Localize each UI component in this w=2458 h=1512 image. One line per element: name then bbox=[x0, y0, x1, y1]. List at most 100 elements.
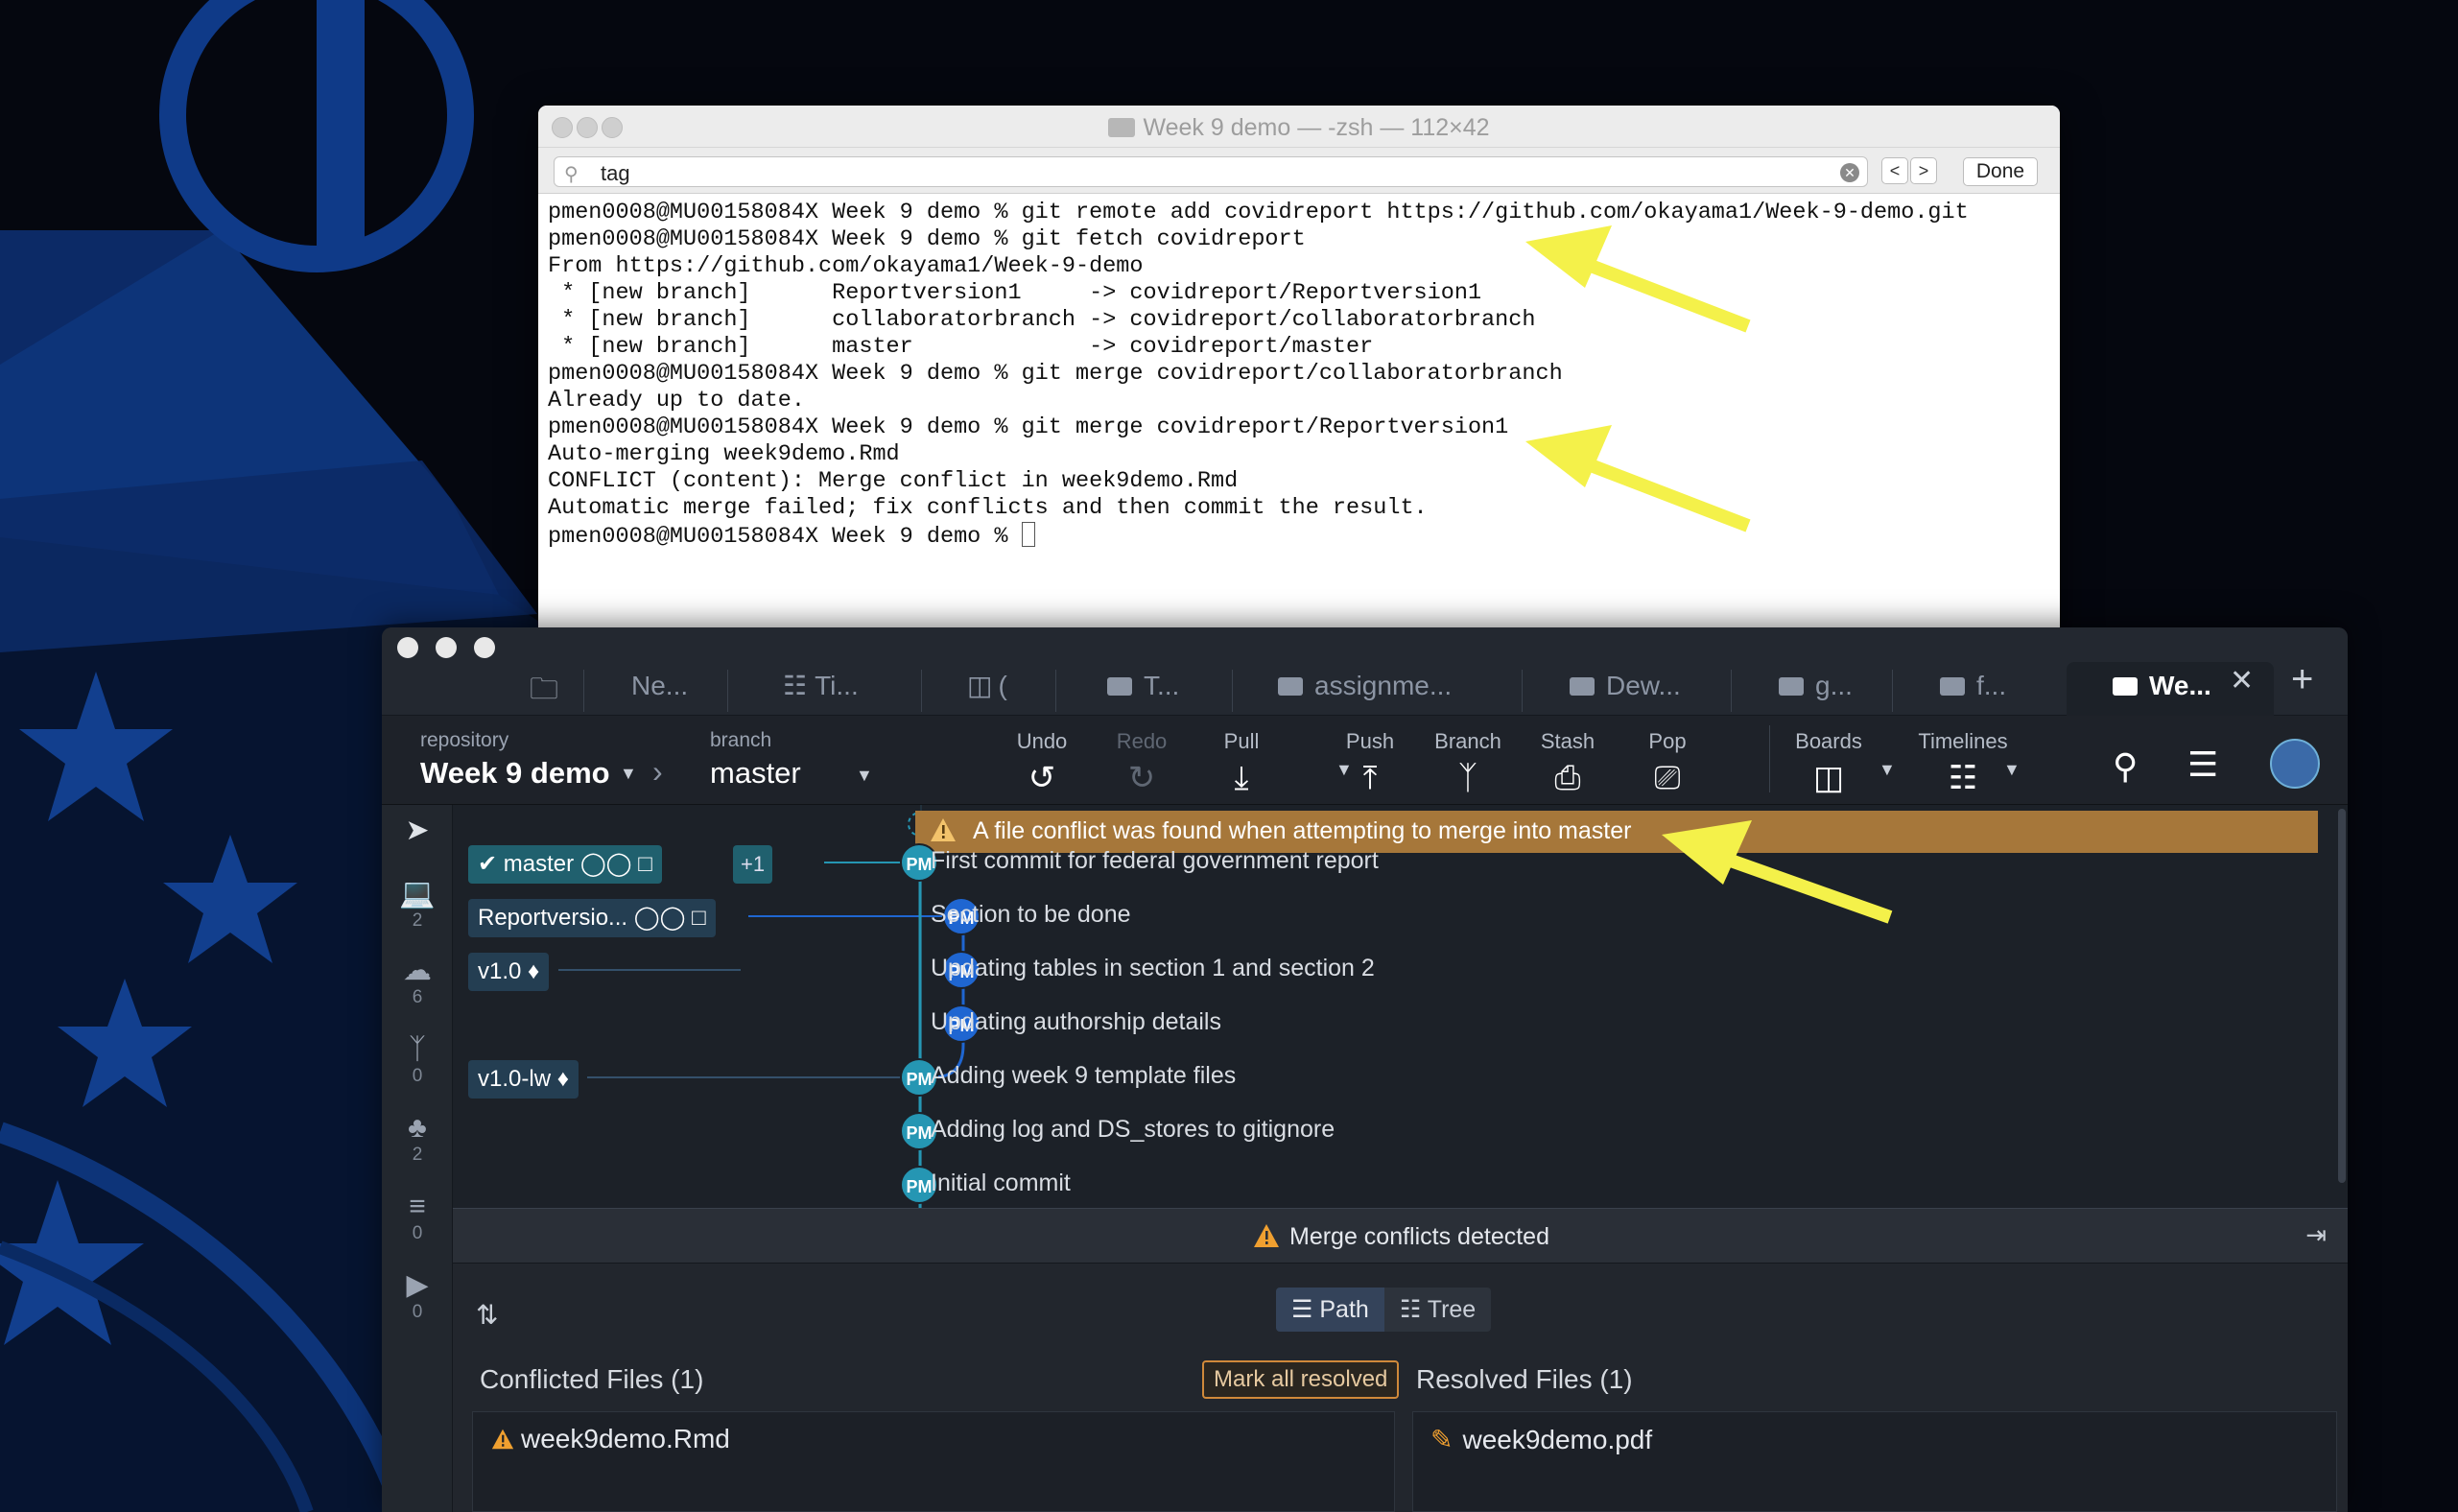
commit-row[interactable]: PM Initial commit bbox=[453, 1160, 2335, 1208]
tab-5[interactable]: assignme... bbox=[1278, 662, 1452, 716]
zoom-window-button[interactable] bbox=[474, 637, 495, 658]
resolved-file-item[interactable]: ✎ week9demo.pdf bbox=[1430, 1424, 1652, 1455]
branch-button[interactable]: Branch ᛉ bbox=[1420, 716, 1516, 796]
avatar[interactable] bbox=[2270, 739, 2320, 789]
tree-view-button[interactable]: ☷ Tree bbox=[1383, 1288, 1492, 1332]
close-tab-icon[interactable]: ✕ bbox=[2230, 664, 2254, 697]
more-refs-badge[interactable]: +1 bbox=[733, 845, 773, 884]
commit-row[interactable]: PM Updating authorship details bbox=[453, 999, 2335, 1052]
gitkraken-window: 🗀 Ne... ☷ Ti... ◫( T... assignme... Dew..… bbox=[382, 627, 2348, 1512]
commit-message: Section to be done bbox=[931, 901, 1131, 928]
branch-ref-master[interactable]: ✔ master ◯◯ □ bbox=[468, 845, 662, 884]
find-input-value[interactable]: tag bbox=[601, 161, 630, 186]
view-toggle: ☰ Path ☷ Tree bbox=[1276, 1288, 1492, 1332]
graph-scrollbar[interactable] bbox=[2335, 805, 2348, 1208]
terminal-line: Automatic merge failed; fix conflicts an… bbox=[548, 495, 1428, 521]
redo-button[interactable]: Redo ↻ bbox=[1094, 716, 1190, 796]
tag-ref[interactable]: v1.0-lw ♦ bbox=[468, 1060, 579, 1099]
clear-search-icon[interactable]: ✕ bbox=[1840, 163, 1859, 182]
undo-button[interactable]: Undo ↺ bbox=[994, 716, 1090, 796]
tab-2[interactable]: ☷ Ti... bbox=[783, 662, 859, 716]
branch-name[interactable]: master bbox=[710, 756, 801, 791]
boards-icon: ◫ bbox=[1812, 760, 1845, 796]
conflicted-file-item[interactable]: week9demo.Rmd bbox=[490, 1424, 730, 1454]
stash-icon: ⎙ bbox=[1554, 760, 1581, 796]
repository-label: repository bbox=[420, 729, 509, 751]
boards-button[interactable]: Boards ◫ bbox=[1781, 716, 1877, 796]
pull-button[interactable]: Pull ⤓ bbox=[1194, 716, 1289, 796]
tag-ref[interactable]: v1.0 ♦ bbox=[468, 953, 550, 991]
github-icon: ◯ bbox=[605, 851, 632, 877]
terminal-line: Auto-merging week9demo.Rmd bbox=[548, 441, 900, 467]
find-done-button[interactable]: Done bbox=[1963, 157, 2038, 186]
board-icon: ◫ bbox=[967, 671, 993, 700]
minimize-window-button[interactable] bbox=[436, 637, 457, 658]
tab-8[interactable]: f... bbox=[1940, 662, 2006, 716]
github-icon: ◯ bbox=[659, 905, 686, 931]
commit-message: Adding week 9 template files bbox=[931, 1062, 1237, 1089]
terminal-line: Already up to date. bbox=[548, 388, 805, 413]
tab-4[interactable]: T... bbox=[1107, 662, 1179, 716]
commit-graph: A file conflict was found when attemptin… bbox=[453, 805, 2335, 1208]
stash-layers-icon: ≡ bbox=[409, 1191, 426, 1222]
find-input[interactable]: ⚲ tag ✕ bbox=[554, 156, 1868, 187]
timelines-chevron-icon[interactable]: ▼ bbox=[2003, 760, 2021, 780]
sidebar-item-tags[interactable]: ♣ 2 bbox=[382, 1112, 453, 1166]
conflicted-files-title: Conflicted Files (1) bbox=[480, 1364, 704, 1394]
commit-row[interactable]: Reportversio... ◯◯ □ PM Section to be do… bbox=[453, 891, 2335, 945]
find-next-button[interactable]: > bbox=[1910, 157, 1937, 184]
undo-icon: ↺ bbox=[1028, 760, 1056, 796]
commit-row[interactable]: v1.0-lw ♦ PM Adding week 9 template file… bbox=[453, 1052, 2335, 1106]
commit-row[interactable]: PM Adding log and DS_stores to gitignore bbox=[453, 1106, 2335, 1160]
search-icon[interactable]: ⚲ bbox=[2113, 746, 2138, 787]
terminal-line: From https://github.com/okayama1/Week-9-… bbox=[548, 253, 1144, 279]
pull-request-icon: ᛉ bbox=[409, 1033, 426, 1065]
branch-ref-reportversion[interactable]: Reportversio... ◯◯ □ bbox=[468, 899, 716, 937]
chevron-down-icon[interactable]: ▼ bbox=[856, 766, 873, 786]
sidebar-item-remote[interactable]: ☁ 6 bbox=[382, 955, 453, 1008]
laptop-icon: 💻 bbox=[399, 878, 436, 910]
tab-3[interactable]: ◫( bbox=[967, 662, 1007, 716]
find-previous-button[interactable]: < bbox=[1881, 157, 1908, 184]
new-tab-button[interactable]: + bbox=[2291, 658, 2313, 701]
tab-7[interactable]: g... bbox=[1779, 662, 1853, 716]
terminal-titlebar: Week 9 demo — -zsh — 112×42 bbox=[538, 106, 2060, 148]
chevron-right-icon: › bbox=[652, 754, 663, 789]
merge-conflict-panel: Merge conflicts detected ⇥ ⇅ ☰ Path ☷ Tr… bbox=[453, 1208, 2348, 1512]
repository-name[interactable]: Week 9 demo bbox=[420, 756, 610, 791]
folder-icon bbox=[1278, 677, 1303, 696]
collapse-panel-icon[interactable]: ⇥ bbox=[2305, 1220, 2327, 1250]
terminal-line: CONFLICT (content): Merge conflict in we… bbox=[548, 468, 1239, 494]
commit-row[interactable]: v1.0 ♦ PM Updating tables in section 1 a… bbox=[453, 945, 2335, 999]
tab-1[interactable]: Ne... bbox=[631, 662, 688, 716]
pop-button[interactable]: Pop ⎚ bbox=[1619, 716, 1715, 796]
sidebar-toggle[interactable]: ➤ bbox=[382, 815, 453, 847]
push-button[interactable]: Push ⤒ bbox=[1322, 716, 1418, 796]
sort-icon[interactable]: ⇅ bbox=[476, 1299, 498, 1331]
find-bar: ⚲ tag ✕ < > Done bbox=[538, 148, 2060, 194]
tab-6[interactable]: Dew... bbox=[1570, 662, 1681, 716]
open-folder-icon[interactable]: 🗀 bbox=[530, 668, 558, 717]
mark-all-resolved-button[interactable]: Mark all resolved bbox=[1202, 1360, 1400, 1399]
folder-icon bbox=[2113, 677, 2138, 696]
branch-label: branch bbox=[710, 729, 772, 751]
sidebar-item-actions[interactable]: ▶ 0 bbox=[382, 1269, 453, 1323]
folder-icon bbox=[1940, 677, 1965, 696]
sidebar-item-local[interactable]: 💻 2 bbox=[382, 878, 453, 932]
menu-icon[interactable]: ☰ bbox=[2187, 744, 2218, 785]
terminal-output[interactable]: pmen0008@MU00158084X Week 9 demo % git r… bbox=[538, 194, 2060, 555]
sidebar-item-stashes[interactable]: ≡ 0 bbox=[382, 1191, 453, 1244]
tag-icon: ♦ bbox=[556, 1066, 569, 1092]
stash-button[interactable]: Stash ⎙ bbox=[1520, 716, 1616, 796]
timelines-button[interactable]: Timelines ☷ bbox=[1905, 716, 2021, 796]
chevron-down-icon[interactable]: ▼ bbox=[620, 764, 637, 784]
terminal-line: pmen0008@MU00158084X Week 9 demo % git r… bbox=[548, 200, 1969, 225]
path-view-button[interactable]: ☰ Path bbox=[1276, 1288, 1384, 1332]
merge-conflict-title: Merge conflicts detected bbox=[1289, 1223, 1549, 1250]
boards-chevron-icon[interactable]: ▼ bbox=[1879, 760, 1896, 780]
close-window-button[interactable] bbox=[397, 637, 418, 658]
tag-icon: ♣ bbox=[408, 1112, 427, 1144]
warning-icon bbox=[491, 1429, 514, 1450]
sidebar-item-pull-requests[interactable]: ᛉ0 bbox=[382, 1033, 453, 1087]
commit-row[interactable]: ✔ master ◯◯ □ +1 PM First commit for fed… bbox=[453, 838, 2335, 891]
